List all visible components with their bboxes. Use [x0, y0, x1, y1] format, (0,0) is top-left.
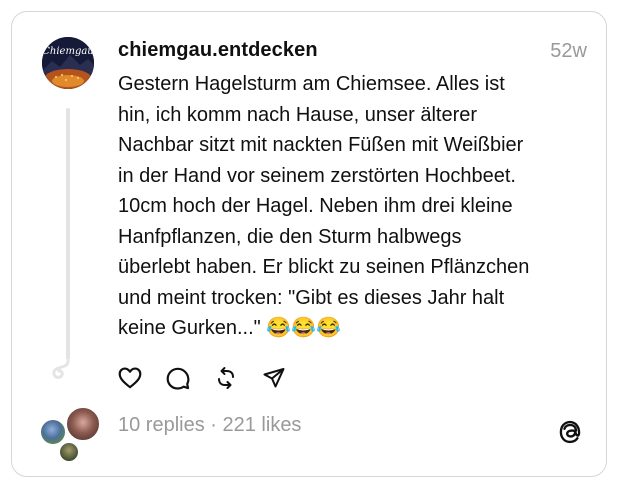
thread-line — [66, 108, 70, 360]
replies-count[interactable]: 10 replies — [118, 414, 205, 436]
post-stats: 10 replies · 221 likes — [118, 414, 301, 437]
reply-avatar[interactable] — [58, 441, 80, 463]
repost-icon — [214, 366, 238, 395]
post-text: Gestern Hagelsturm am Chiemsee. Alles is… — [118, 73, 530, 339]
avatar-logo-text: Chiemgau — [42, 46, 94, 57]
threads-logo-icon[interactable] — [556, 418, 584, 446]
share-icon — [262, 366, 286, 395]
stats-separator: · — [204, 414, 223, 436]
reply-button[interactable] — [164, 366, 192, 394]
post-timestamp: 52w — [550, 40, 587, 62]
repost-button[interactable] — [212, 366, 240, 394]
like-button[interactable] — [116, 366, 144, 394]
share-button[interactable] — [260, 366, 288, 394]
likes-count[interactable]: 221 likes — [223, 414, 302, 436]
heart-icon — [117, 365, 143, 396]
avatar[interactable]: Chiemgau — [42, 37, 94, 89]
comment-icon — [165, 365, 191, 396]
reply-avatar[interactable] — [65, 406, 101, 442]
thread-loop-icon — [51, 359, 75, 387]
username[interactable]: chiemgau.entdecken — [118, 39, 318, 62]
